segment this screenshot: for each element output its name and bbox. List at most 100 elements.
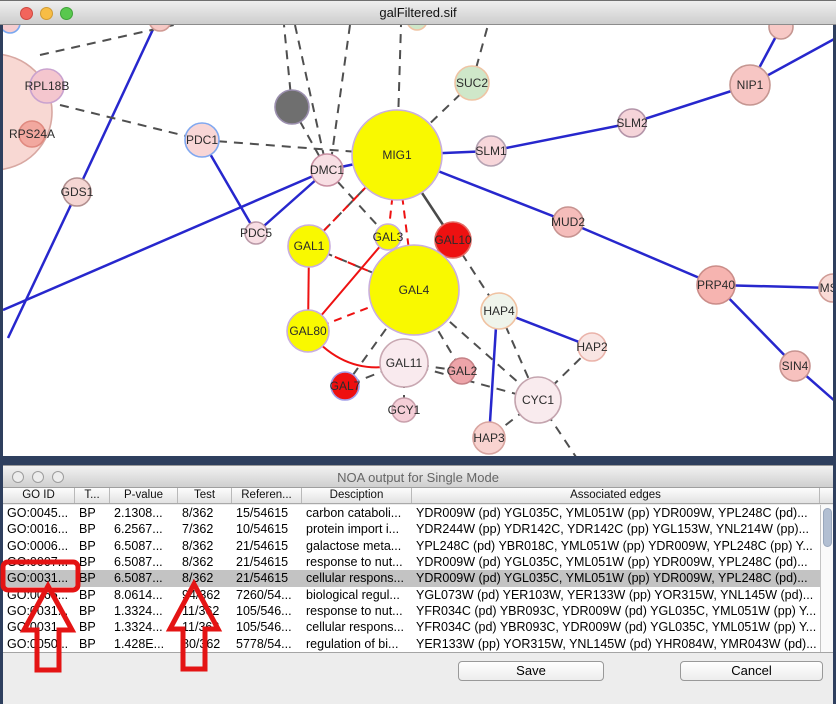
cell-go_id: GO:0065... <box>3 587 75 603</box>
node-unlabeled[interactable] <box>769 25 793 39</box>
cell-type: BP <box>75 587 110 603</box>
cell-go_id: GO:0007... <box>3 554 75 570</box>
column-header[interactable]: T... <box>75 488 110 503</box>
cell-description: biological regul... <box>302 587 412 603</box>
column-header[interactable]: P-value <box>110 488 178 503</box>
screenshot-root: galFiltered.sif RPL18B RPS24A GDS1 PDC1 DMC1… <box>0 0 836 704</box>
cell-associated_edges: YFR034C (pd) YBR093C, YDR009W (pd) YGL03… <box>412 603 820 619</box>
column-header[interactable]: Desciption <box>302 488 412 503</box>
cell-description: protein import i... <box>302 521 412 537</box>
cell-test: 7/362 <box>178 521 232 537</box>
cell-p_value: 2.1308... <box>110 505 178 521</box>
cell-description: response to nut... <box>302 554 412 570</box>
table-row[interactable]: GO:0065...BP8.0614...94/3627260/54...bio… <box>3 587 820 603</box>
cell-go_id: GO:0031... <box>3 619 75 635</box>
node-label: GAL7 <box>330 379 361 393</box>
node-label: GAL2 <box>447 364 478 378</box>
table-header-row: GO IDT...P-valueTestReferen...Desciption… <box>3 488 833 504</box>
cell-go_id: GO:0016... <box>3 521 75 537</box>
cell-type: BP <box>75 619 110 635</box>
network-window-titlebar: galFiltered.sif <box>0 0 836 25</box>
cell-reference: 15/54615 <box>232 505 302 521</box>
cell-associated_edges: YDR009W (pd) YGL035C, YML051W (pp) YDR00… <box>412 554 820 570</box>
cell-go_id: GO:0045... <box>3 505 75 521</box>
cell-go_id: GO:0006... <box>3 538 75 554</box>
cell-reference: 21/54615 <box>232 538 302 554</box>
cell-type: BP <box>75 554 110 570</box>
cell-p_value: 6.5087... <box>110 554 178 570</box>
cell-description: carbon cataboli... <box>302 505 412 521</box>
save-button[interactable]: Save <box>458 661 604 681</box>
table-row[interactable]: GO:0050...BP1.428E...80/3625778/54...reg… <box>3 636 820 652</box>
cell-reference: 7260/54... <box>232 587 302 603</box>
table-row[interactable]: GO:0007...BP6.5087...8/36221/54615respon… <box>3 554 820 570</box>
node-label: HAP3 <box>473 431 505 445</box>
network-edge[interactable] <box>60 105 202 140</box>
node-label: MIG1 <box>382 148 412 162</box>
cell-reference: 10/54615 <box>232 521 302 537</box>
network-edge[interactable] <box>330 25 350 168</box>
cell-p_value: 6.5087... <box>110 570 178 586</box>
table-row[interactable]: GO:0031...BP1.3324...11/362105/546...cel… <box>3 619 820 635</box>
cell-associated_edges: YFR034C (pd) YBR093C, YDR009W (pd) YGL03… <box>412 619 820 635</box>
cell-go_id: GO:0031... <box>3 570 75 586</box>
table-row[interactable]: GO:0045...BP2.1308...8/36215/54615carbon… <box>3 505 820 521</box>
column-header[interactable]: Referen... <box>232 488 302 503</box>
cell-test: 80/362 <box>178 636 232 652</box>
table-row[interactable]: GO:0031...BP6.5087...8/36221/54615cellul… <box>3 570 820 586</box>
cell-p_value: 1.3324... <box>110 603 178 619</box>
network-window-title: galFiltered.sif <box>0 5 836 20</box>
cell-reference: 21/54615 <box>232 570 302 586</box>
network-edge[interactable] <box>489 311 497 438</box>
network-edge[interactable] <box>491 123 632 151</box>
network-edge[interactable] <box>77 25 155 192</box>
table-row[interactable]: GO:0006...BP6.5087...8/36221/54615galact… <box>3 538 820 554</box>
node-unlabeled[interactable] <box>275 90 309 124</box>
cell-reference: 21/54615 <box>232 554 302 570</box>
network-canvas-area[interactable]: RPL18BRPS24AGDS1PDC1DMC1MIG1SUC2SLM1SLM2… <box>3 25 833 456</box>
vertical-scrollbar[interactable] <box>820 505 833 652</box>
column-header[interactable]: GO ID <box>3 488 75 503</box>
node-label: GDS1 <box>61 185 94 199</box>
node-label: PDC1 <box>186 133 218 147</box>
node-label: RPL18B <box>25 79 70 93</box>
table-row[interactable]: GO:0031...BP1.3324...11/362105/546...res… <box>3 603 820 619</box>
cancel-button[interactable]: Cancel <box>680 661 823 681</box>
cell-description: cellular respons... <box>302 570 412 586</box>
cell-associated_edges: YDR009W (pd) YGL035C, YML051W (pp) YDR00… <box>412 570 820 586</box>
network-canvas: RPL18BRPS24AGDS1PDC1DMC1MIG1SUC2SLM1SLM2… <box>3 25 833 456</box>
cell-type: BP <box>75 538 110 554</box>
node-label: HAP4 <box>483 304 515 318</box>
column-header-spare <box>820 488 833 503</box>
cell-reference: 105/546... <box>232 603 302 619</box>
cell-type: BP <box>75 603 110 619</box>
table-row[interactable]: GO:0016...BP6.2567...7/36210/54615protei… <box>3 521 820 537</box>
node-label: SLM2 <box>616 116 648 130</box>
cell-associated_edges: YDR009W (pd) YGL035C, YML051W (pp) YDR00… <box>412 505 820 521</box>
cell-p_value: 1.3324... <box>110 619 178 635</box>
column-header[interactable]: Test <box>178 488 232 503</box>
node-label: PDC5 <box>240 226 272 240</box>
node-unlabeled[interactable] <box>407 25 427 30</box>
cell-test: 11/362 <box>178 619 232 635</box>
node-label: DMC1 <box>310 163 344 177</box>
node-label: SLM1 <box>475 144 507 158</box>
cell-description: galactose meta... <box>302 538 412 554</box>
cell-test: 8/362 <box>178 505 232 521</box>
cell-p_value: 1.428E... <box>110 636 178 652</box>
node-label: CYC1 <box>522 393 554 407</box>
cell-description: response to nut... <box>302 603 412 619</box>
network-edge[interactable] <box>8 192 77 338</box>
cell-description: cellular respons... <box>302 619 412 635</box>
cell-p_value: 6.5087... <box>110 538 178 554</box>
noa-window-title: NOA output for Single Mode <box>3 470 833 485</box>
network-edge[interactable] <box>568 222 716 285</box>
network-edge[interactable] <box>40 25 205 55</box>
network-edge[interactable] <box>3 170 327 310</box>
scrollbar-thumb[interactable] <box>823 508 832 547</box>
cell-go_id: GO:0031... <box>3 603 75 619</box>
node-label: RPS24A <box>9 127 55 141</box>
node-unlabeled[interactable] <box>3 25 20 33</box>
cell-associated_edges: YDR244W (pp) YDR142C, YDR142C (pp) YGL15… <box>412 521 820 537</box>
column-header[interactable]: Associated edges <box>412 488 820 503</box>
